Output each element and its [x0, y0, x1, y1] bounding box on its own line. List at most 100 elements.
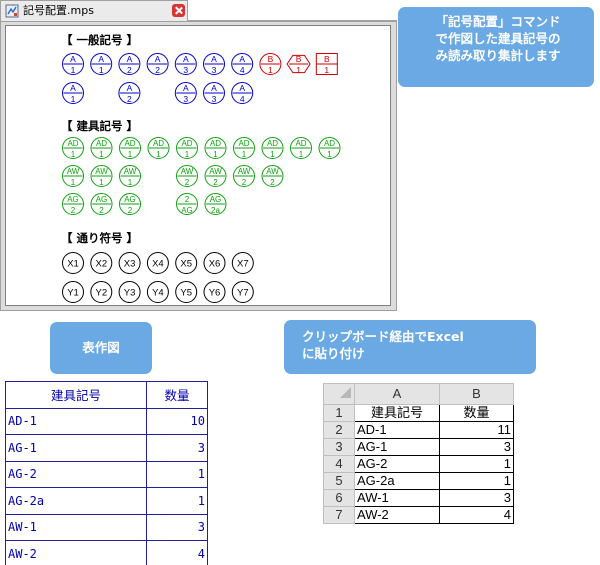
general-symbol[interactable]: A4 [231, 82, 254, 105]
fitting-symbol[interactable]: AG 2 [119, 193, 141, 216]
symbol-text: 1 [71, 178, 76, 187]
fitting-symbol[interactable]: AD 1 [176, 137, 198, 160]
general-symbol[interactable]: A4 [231, 53, 254, 76]
symbol-text: 1 [128, 178, 133, 187]
cell[interactable]: AG-1 [354, 438, 440, 456]
grid-symbol[interactable]: X7 [231, 252, 254, 274]
fitting-symbol[interactable]: 2 AG [176, 193, 198, 216]
symbol-text: X6 [209, 259, 221, 270]
grid-symbol[interactable]: Y1 [62, 281, 84, 303]
fitting-symbol[interactable]: AD 1 [290, 137, 312, 160]
fitting-symbol[interactable]: AW 2 [233, 165, 255, 188]
drawing-canvas[interactable]: 【 一般記号 】 【 建具記号 】 【 通り符号 】 A1A1A2A2A3A3A… [5, 25, 391, 306]
general-symbol[interactable]: A3 [174, 82, 197, 105]
general-symbol[interactable]: B1 [315, 53, 338, 76]
symbol-text: Y4 [152, 288, 164, 299]
general-symbol[interactable]: A3 [203, 53, 225, 76]
grid-symbol[interactable]: X5 [175, 252, 198, 274]
fitting-symbol[interactable]: AD 1 [261, 137, 284, 160]
cell[interactable]: AW-1 [354, 489, 440, 507]
cell[interactable]: 4 [439, 506, 514, 524]
fitting-symbol[interactable]: AD 1 [90, 137, 113, 160]
general-symbol[interactable]: A2 [146, 53, 169, 76]
fitting-symbol[interactable]: AG 2a [204, 193, 227, 216]
symbol-text: AD [153, 139, 164, 148]
symbol-text: Y3 [124, 288, 136, 299]
general-symbol[interactable]: A2 [118, 53, 141, 76]
symbol-text: 2a [211, 206, 220, 215]
grid-symbol[interactable]: Y7 [231, 281, 254, 303]
symbol-text: B [324, 54, 330, 64]
cell[interactable]: AG-2a [354, 472, 440, 490]
column-header-a[interactable]: A [354, 383, 440, 405]
general-symbol[interactable]: B1 [286, 54, 311, 75]
cell[interactable]: 11 [439, 421, 514, 439]
general-symbol[interactable]: A1 [62, 82, 84, 105]
row-header[interactable]: 5 [323, 472, 355, 490]
general-symbol[interactable]: B1 [259, 53, 282, 76]
fitting-symbol[interactable]: AW 2 [261, 165, 284, 188]
symbol-text: AD [238, 139, 249, 148]
grid-symbol[interactable]: X1 [62, 252, 84, 274]
grid-symbol[interactable]: Y6 [203, 281, 226, 303]
general-symbol[interactable]: A1 [90, 53, 113, 76]
fitting-symbol[interactable]: AD 1 [119, 137, 141, 160]
fitting-symbol[interactable]: AG 2 [62, 193, 84, 216]
symbol-text: 3 [212, 65, 217, 75]
grid-symbol[interactable]: X6 [203, 252, 226, 274]
grid-symbol[interactable]: X2 [90, 252, 113, 274]
symbol-text: 1 [299, 150, 304, 159]
fitting-symbol[interactable]: AD 1 [147, 137, 170, 160]
general-symbol[interactable]: A3 [174, 53, 197, 76]
fitting-symbol[interactable]: AW 1 [90, 165, 113, 188]
grid-symbol[interactable]: Y2 [90, 281, 113, 303]
document-tab[interactable]: 記号配置.mps [0, 0, 188, 21]
symbol-text: 2 [99, 206, 104, 215]
fitting-symbol[interactable]: AD 1 [204, 137, 227, 160]
row-header[interactable]: 7 [323, 506, 355, 524]
cell[interactable]: AG-2 [354, 455, 440, 473]
grid-symbol[interactable]: Y4 [146, 281, 169, 303]
cell[interactable]: 数量 [439, 404, 514, 422]
column-header-b[interactable]: B [439, 383, 514, 405]
symbol-text: AW [95, 167, 108, 176]
grid-symbol[interactable]: X4 [146, 252, 169, 274]
symbol-text: AG [96, 195, 108, 204]
cell[interactable]: 1 [439, 472, 514, 490]
symbol-text: AD [124, 139, 135, 148]
symbol-text: X7 [237, 259, 249, 270]
select-all-corner[interactable] [323, 383, 355, 405]
symbol-text: 2 [185, 195, 190, 204]
row-header[interactable]: 2 [323, 421, 355, 439]
cell[interactable]: 3 [439, 489, 514, 507]
grid-symbol[interactable]: Y3 [118, 281, 141, 303]
fitting-symbol[interactable]: AW 1 [119, 165, 141, 188]
grid-symbol[interactable]: Y5 [175, 281, 198, 303]
fitting-symbol[interactable]: AW 1 [62, 165, 84, 188]
general-symbol[interactable]: A1 [62, 53, 84, 76]
cell[interactable]: 建具記号 [354, 404, 440, 422]
table-row: AW-1 3 [5, 513, 208, 541]
cell[interactable]: 3 [439, 438, 514, 456]
table-cell-count: 4 [146, 540, 208, 565]
table-row: AG-1 3 [5, 434, 208, 462]
fitting-symbol[interactable]: AD 1 [62, 137, 84, 160]
fitting-symbol[interactable]: AD 1 [318, 137, 341, 160]
grid-symbol[interactable]: X3 [118, 252, 141, 274]
cell[interactable]: AW-2 [354, 506, 440, 524]
row-header[interactable]: 3 [323, 438, 355, 456]
close-icon[interactable] [172, 4, 185, 17]
fitting-symbol[interactable]: AD 1 [233, 137, 255, 160]
symbol-text: 2 [128, 206, 133, 215]
cell[interactable]: 1 [439, 455, 514, 473]
general-symbol[interactable]: A3 [203, 82, 225, 105]
row-header[interactable]: 6 [323, 489, 355, 507]
fitting-symbol[interactable]: AW 2 [204, 165, 227, 188]
general-symbol[interactable]: A2 [118, 82, 141, 105]
row-header[interactable]: 4 [323, 455, 355, 473]
cell[interactable]: AD-1 [354, 421, 440, 439]
fitting-symbol[interactable]: AW 2 [176, 165, 198, 188]
row-header[interactable]: 1 [323, 404, 355, 422]
fitting-symbol[interactable]: AG 2 [90, 193, 113, 216]
excel-row: 6 AW-1 3 [323, 489, 514, 507]
